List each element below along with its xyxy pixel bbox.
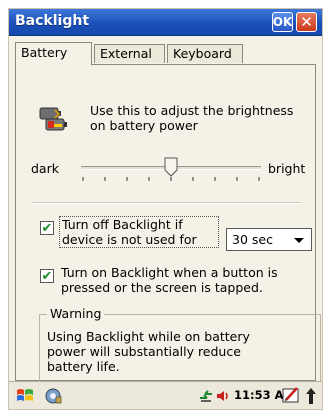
backlight-window: Backlight OK ✕ Battery External Keyboard… (8, 8, 323, 410)
brightness-slider-ticks (82, 177, 260, 181)
battery-icon (39, 107, 67, 131)
checkmark-icon: ✔ (41, 268, 53, 284)
warning-title: Warning (47, 306, 105, 321)
up-arrow-icon[interactable] (305, 387, 317, 405)
windows-flag-icon[interactable] (15, 386, 35, 406)
network-connection-icon[interactable] (198, 388, 214, 404)
turn-off-checkbox[interactable]: ✔ (40, 221, 54, 235)
battery-description: Use this to adjust the brightness on bat… (90, 103, 294, 133)
brightness-slider-thumb[interactable] (164, 157, 178, 177)
ok-label: OK (272, 15, 293, 29)
speaker-icon[interactable] (215, 388, 231, 404)
tab-external-label: External (100, 46, 152, 61)
tab-battery[interactable]: Battery (15, 42, 92, 65)
timeout-value: 30 sec (232, 232, 273, 247)
tab-external[interactable]: External (94, 44, 165, 63)
window-title: Backlight (15, 13, 90, 29)
turn-off-label[interactable]: Turn off Backlight if device is not used… (59, 216, 219, 248)
turn-on-label[interactable]: Turn on Backlight when a button is press… (61, 265, 311, 295)
timeout-dropdown[interactable]: 30 sec (226, 228, 312, 251)
divider (31, 202, 301, 204)
close-button[interactable]: ✕ (296, 12, 317, 32)
turn-on-checkbox[interactable]: ✔ (40, 269, 54, 283)
slider-min-label: dark (31, 161, 59, 176)
ok-button[interactable]: OK (272, 12, 293, 32)
tab-strip: Battery External Keyboard (15, 42, 315, 65)
title-bar: Backlight OK ✕ (9, 9, 322, 36)
tab-battery-label: Battery (21, 45, 68, 60)
warning-text: Using Backlight while on battery power w… (47, 329, 250, 374)
slider-max-label: bright (268, 161, 306, 176)
chevron-down-icon (294, 238, 304, 243)
taskbar: 11:53 AM (9, 381, 322, 409)
keyboard-pen-icon[interactable] (282, 386, 300, 404)
close-icon: ✕ (300, 13, 313, 31)
tab-keyboard-label: Keyboard (173, 46, 232, 61)
tab-keyboard[interactable]: Keyboard (167, 44, 243, 63)
settings-app-icon[interactable] (44, 387, 62, 405)
checkmark-icon: ✔ (41, 220, 53, 236)
